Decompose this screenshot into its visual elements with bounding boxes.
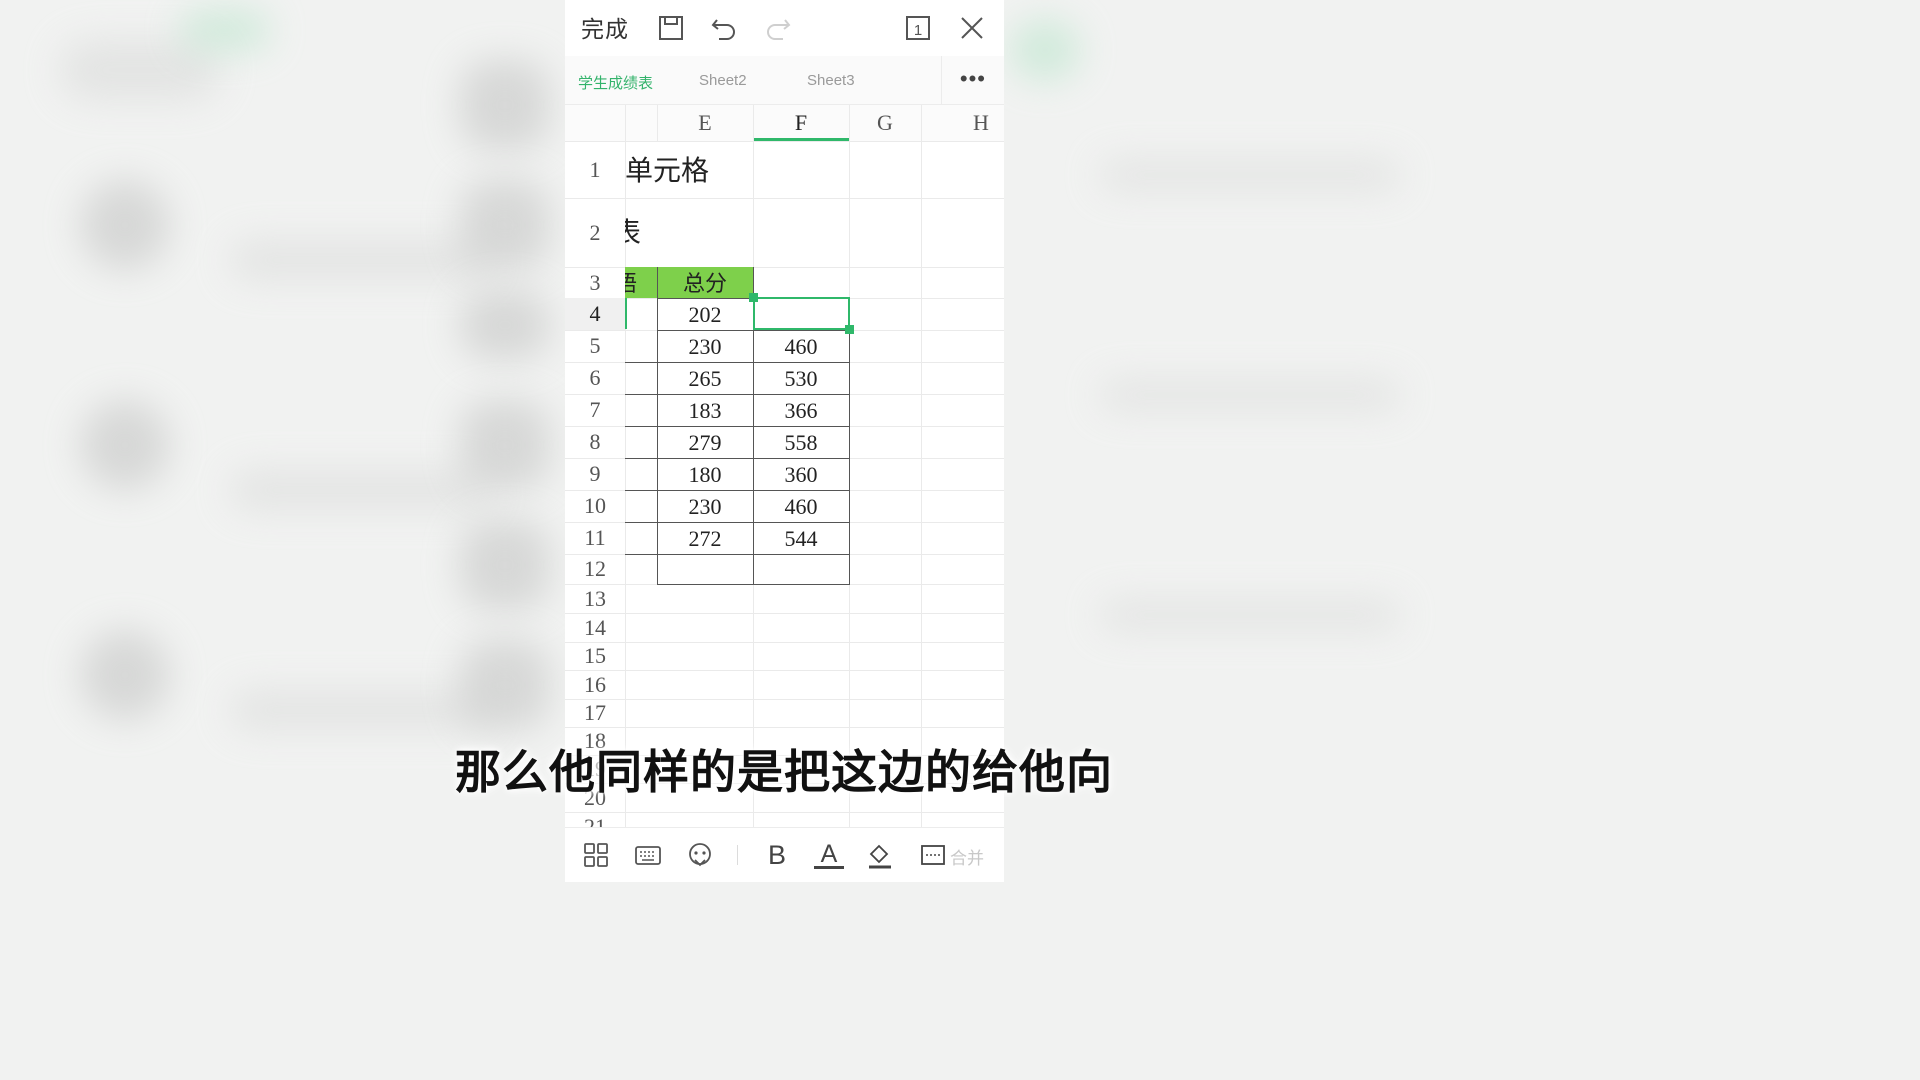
gridline: [921, 105, 922, 827]
total-cell[interactable]: 180: [657, 458, 753, 490]
row-header-10[interactable]: 10: [565, 490, 625, 522]
column-header-f[interactable]: F: [753, 105, 849, 141]
redo-icon[interactable]: [762, 12, 794, 44]
toolbar-divider: [737, 845, 738, 865]
total-cell[interactable]: 230: [657, 490, 753, 522]
total-cell[interactable]: 265: [657, 362, 753, 394]
table-border-line: [849, 330, 850, 584]
table-border-line: [625, 554, 657, 555]
tab-sheet2[interactable]: Sheet2: [699, 72, 747, 89]
table-border-line: [625, 522, 657, 523]
row-header-14[interactable]: 14: [565, 613, 625, 642]
row-header-7[interactable]: 7: [565, 394, 625, 426]
tab-divider: [941, 56, 942, 104]
row-header-2[interactable]: 2: [565, 198, 625, 267]
table-border-line: [625, 426, 657, 427]
column-header-h[interactable]: H: [921, 105, 1004, 141]
f-cell[interactable]: 544: [753, 522, 849, 554]
table-border-line: [657, 426, 850, 427]
spreadsheet-grid[interactable]: E F G H 1 2 3 4 5 6 7 8 9 10 11 12 13 14…: [565, 105, 1004, 827]
fill-color-icon[interactable]: [865, 840, 895, 870]
f-cell[interactable]: 460: [753, 490, 849, 522]
total-cell[interactable]: 230: [657, 330, 753, 362]
video-subtitle: 那么他同样的是把这边的给他向: [455, 745, 1113, 799]
row-header-6[interactable]: 6: [565, 362, 625, 394]
table-border-line: [625, 394, 657, 395]
voice-icon[interactable]: [685, 840, 715, 870]
row-header-3[interactable]: 3: [565, 267, 625, 298]
corner-header: [565, 105, 625, 141]
undo-icon[interactable]: [708, 12, 740, 44]
row-header-12[interactable]: 12: [565, 554, 625, 584]
selection-handle-top-left[interactable]: [749, 293, 758, 302]
column-header-e[interactable]: E: [657, 105, 753, 141]
header-cell-partial[interactable]: 语: [625, 267, 657, 298]
table-border-line: [657, 490, 850, 491]
column-header-g[interactable]: G: [849, 105, 921, 141]
total-cell[interactable]: 272: [657, 522, 753, 554]
gridline: [657, 105, 658, 141]
f-cell[interactable]: 460: [753, 330, 849, 362]
page-count-label: 1: [914, 22, 922, 39]
row-header-17[interactable]: 17: [565, 699, 625, 727]
gridline: [565, 812, 1004, 813]
merge-label[interactable]: 合并: [950, 844, 984, 869]
table-border-line: [657, 584, 850, 585]
more-options-icon[interactable]: •••: [960, 66, 986, 92]
bold-icon[interactable]: B: [762, 840, 792, 870]
gridline: [565, 699, 1004, 700]
f-cell[interactable]: 530: [753, 362, 849, 394]
table-border-line: [657, 362, 850, 363]
row-header-4[interactable]: 4: [565, 298, 625, 330]
row-selection-marker: [625, 298, 753, 329]
table-border-line: [657, 458, 850, 459]
table-border-line: [625, 458, 657, 459]
row-header-15[interactable]: 15: [565, 642, 625, 670]
table-border-line: [657, 522, 850, 523]
row-header-9[interactable]: 9: [565, 458, 625, 490]
done-button[interactable]: 完成: [581, 10, 629, 44]
table-border-line: [657, 394, 850, 395]
merge-icon[interactable]: [918, 840, 948, 870]
row-header-1[interactable]: 1: [565, 141, 625, 198]
total-cell[interactable]: 279: [657, 426, 753, 458]
page-count-icon[interactable]: 1: [902, 12, 934, 44]
gridline: [565, 642, 1004, 643]
tab-sheet3[interactable]: Sheet3: [807, 72, 855, 89]
header-cell-total[interactable]: 总分: [657, 267, 753, 298]
title-cell-row1[interactable]: 单元格: [625, 141, 709, 198]
f-cell[interactable]: 558: [753, 426, 849, 458]
table-border-line: [625, 490, 657, 491]
tab-student-scores[interactable]: 学生成绩表: [578, 72, 653, 93]
sheet-tabs: 学生成绩表 Sheet2 Sheet3 •••: [565, 56, 1004, 105]
row-header-16[interactable]: 16: [565, 670, 625, 699]
save-icon[interactable]: [655, 12, 687, 44]
table-border-line: [625, 362, 657, 363]
gridline: [565, 613, 1004, 614]
f-cell[interactable]: 360: [753, 458, 849, 490]
gridline: [565, 670, 1004, 671]
cell-selection-box: [753, 297, 850, 330]
bottom-toolbar: B A 合并: [565, 827, 1004, 882]
keyboard-icon[interactable]: [633, 840, 663, 870]
selection-handle-bottom-right[interactable]: [845, 325, 854, 334]
grid-icon[interactable]: [581, 840, 611, 870]
f-cell[interactable]: 366: [753, 394, 849, 426]
row-header-21[interactable]: 21: [565, 812, 625, 827]
close-icon[interactable]: [956, 12, 988, 44]
row-header-5[interactable]: 5: [565, 330, 625, 362]
table-border-line: [657, 330, 850, 331]
column-header-d-partial: [625, 105, 657, 141]
top-toolbar: 完成 1: [565, 0, 1004, 56]
gridline: [565, 727, 1004, 728]
row-header-13[interactable]: 13: [565, 584, 625, 613]
row-header-8[interactable]: 8: [565, 426, 625, 458]
table-border-line: [657, 554, 850, 555]
font-color-icon[interactable]: A: [814, 840, 844, 869]
total-cell[interactable]: 183: [657, 394, 753, 426]
row-header-11[interactable]: 11: [565, 522, 625, 554]
